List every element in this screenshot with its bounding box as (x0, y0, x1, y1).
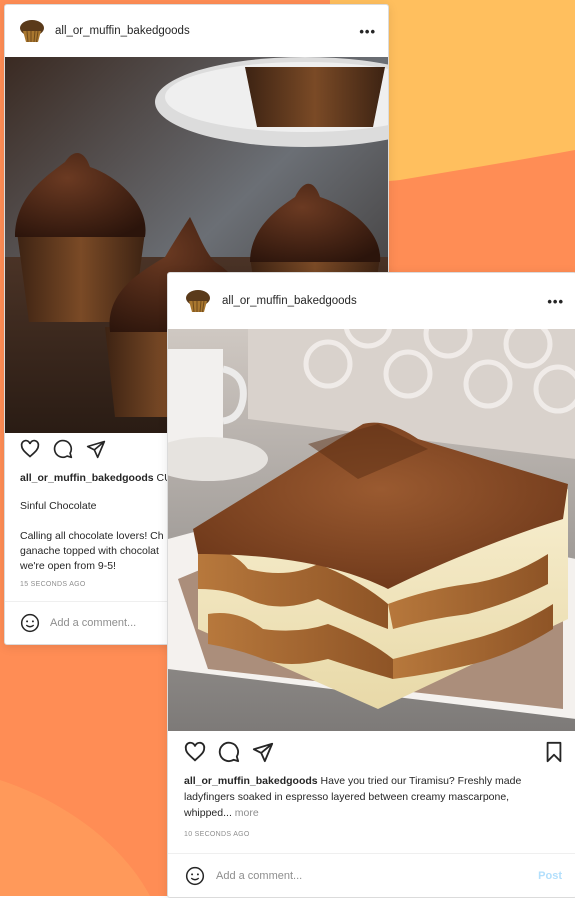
muffin-avatar-icon[interactable] (184, 287, 212, 315)
caption-more-link[interactable]: more (235, 807, 259, 819)
post-caption: all_or_muffin_bakedgoods Have you tried … (184, 773, 566, 821)
ellipsis-icon[interactable]: ••• (547, 294, 564, 309)
bookmark-icon[interactable] (544, 741, 564, 763)
heart-icon[interactable] (184, 741, 206, 763)
ellipsis-icon[interactable]: ••• (359, 24, 376, 39)
caption-username[interactable]: all_or_muffin_bakedgoods (184, 775, 318, 787)
comment-icon[interactable] (53, 439, 73, 459)
comment-icon[interactable] (218, 741, 240, 763)
body-line: we're open from 9-5! (20, 560, 116, 572)
post-username[interactable]: all_or_muffin_bakedgoods (222, 295, 357, 307)
share-icon[interactable] (86, 439, 106, 459)
post-timestamp: 15 SECONDS AGO (20, 581, 86, 588)
heart-icon[interactable] (20, 439, 40, 459)
share-icon[interactable] (252, 741, 274, 763)
post-photo-tiramisu[interactable] (168, 329, 575, 731)
body-line: ganache topped with chocolat (20, 545, 159, 557)
emoji-icon[interactable] (20, 613, 40, 633)
caption-text: Have you tried our Tiramisu? Freshly mad… (320, 775, 522, 787)
post-header: all_or_muffin_bakedgoods ••• (168, 273, 575, 329)
post-card-tiramisu: all_or_muffin_bakedgoods ••• all_or_muff… (167, 272, 575, 898)
post-header: all_or_muffin_bakedgoods ••• (5, 5, 388, 57)
muffin-avatar-icon[interactable] (18, 17, 46, 45)
post-comment-button[interactable]: Post (538, 870, 562, 882)
comment-input[interactable]: Add a comment... (216, 870, 302, 882)
caption-username[interactable]: all_or_muffin_bakedgoods (20, 472, 154, 484)
post-username[interactable]: all_or_muffin_bakedgoods (55, 25, 190, 37)
comment-input[interactable]: Add a comment... (50, 617, 136, 629)
post-title: Sinful Chocolate (20, 500, 97, 512)
caption-text: whipped... (184, 807, 232, 819)
post-caption: all_or_muffin_bakedgoods CU (20, 471, 172, 486)
post-body: Calling all chocolate lovers! Ch ganache… (20, 529, 164, 574)
body-line: Calling all chocolate lovers! Ch (20, 530, 164, 542)
comment-row: Add a comment... Post (168, 853, 575, 897)
post-timestamp: 10 SECONDS AGO (184, 831, 250, 838)
emoji-icon[interactable] (185, 866, 205, 886)
caption-text: ladyfingers soaked in espresso layered b… (184, 791, 510, 803)
post-actions (168, 739, 575, 765)
